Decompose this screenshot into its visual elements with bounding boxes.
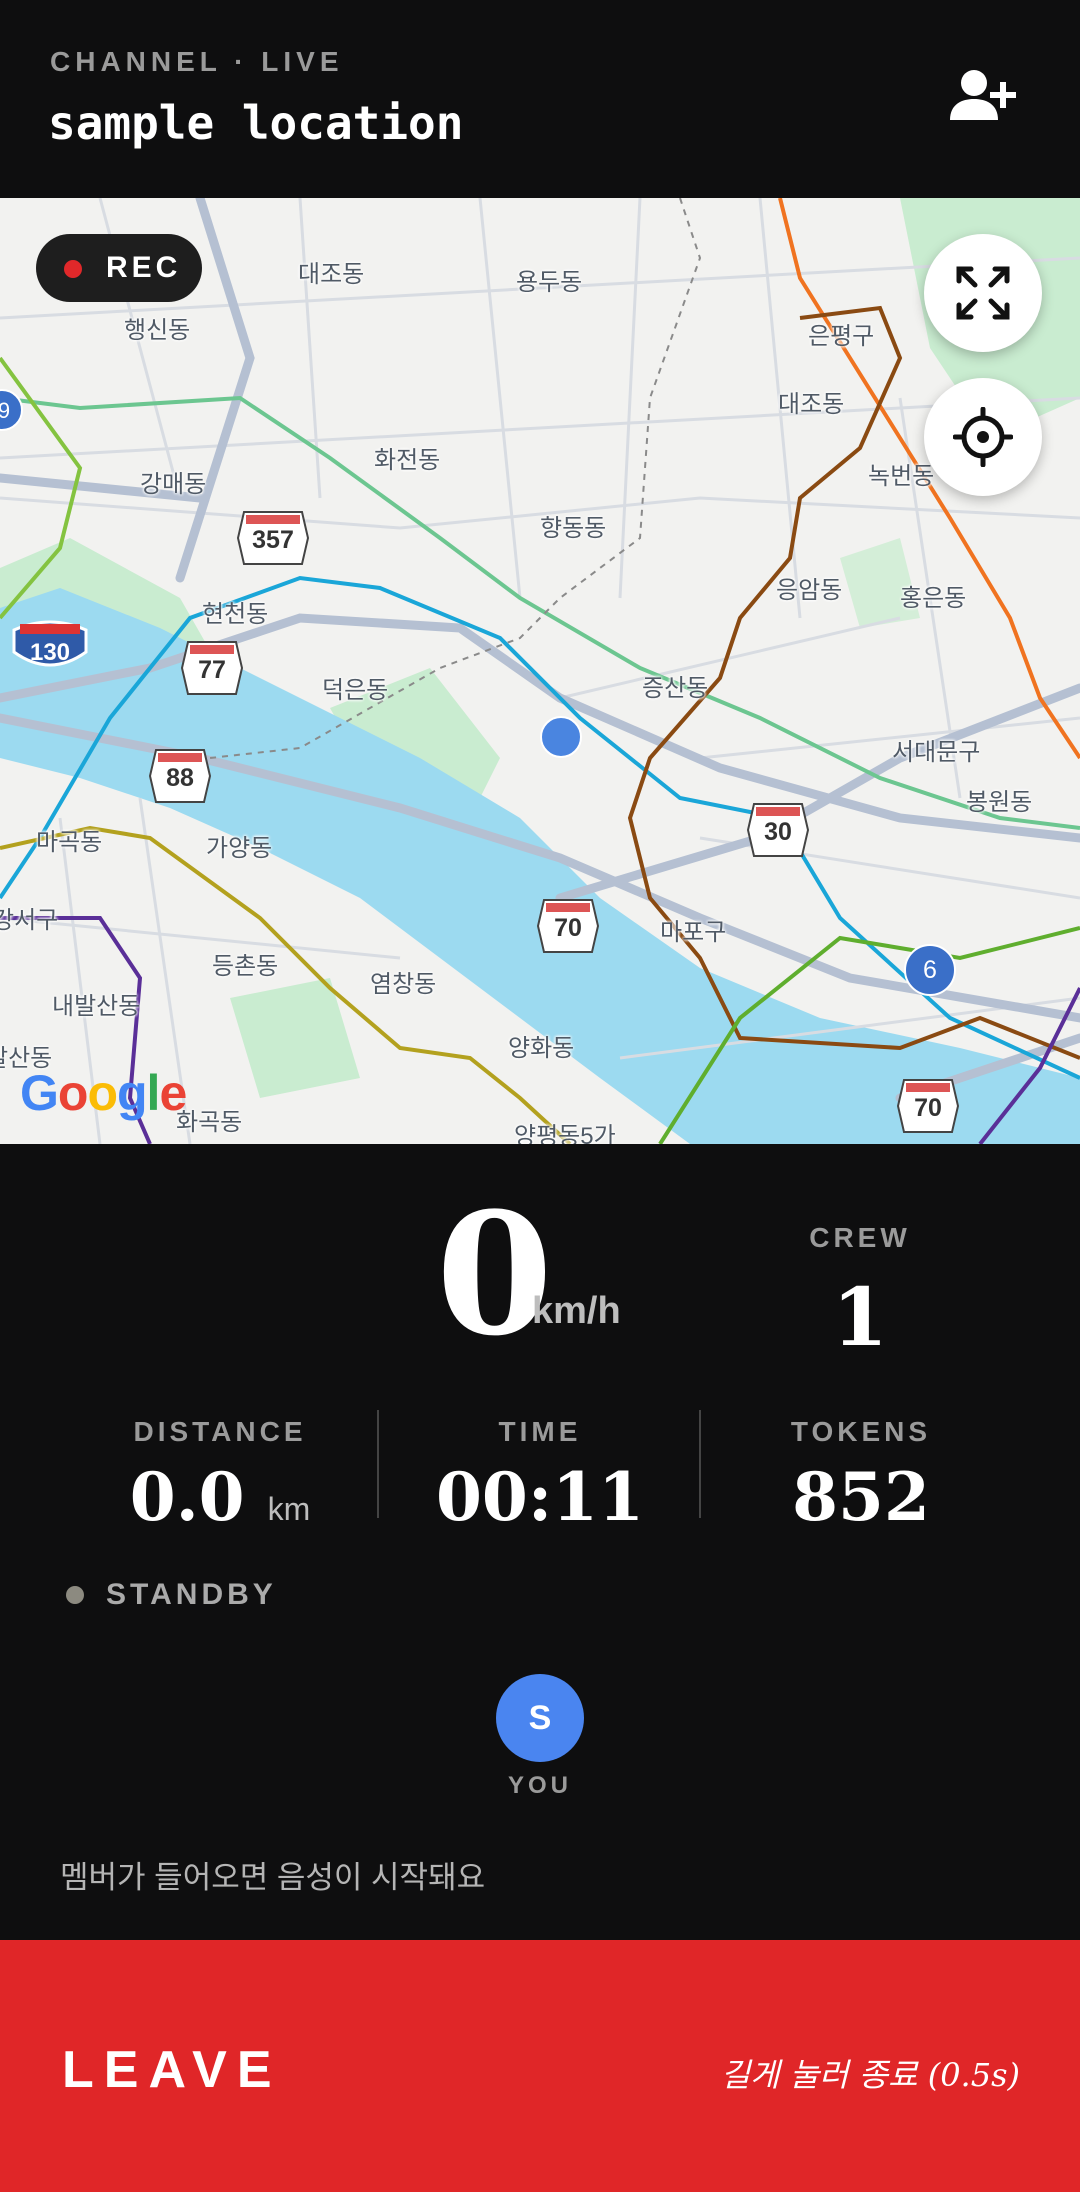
place-label: 화전동 [374,447,441,474]
channel-title: sample location [48,96,464,150]
fullscreen-icon [956,266,1010,320]
place-label: 마포구 [660,919,727,946]
stat-divider [699,1410,701,1518]
place-label: 현천동 [202,601,269,628]
time-label: TIME [498,1416,582,1447]
fullscreen-button[interactable] [924,234,1042,352]
tokens-label: TOKENS [790,1416,932,1447]
place-label: 양평동5가 [514,1123,616,1144]
current-location-marker [540,716,582,758]
recording-label: REC [106,251,182,284]
place-label: 녹번동 [868,463,935,490]
leave-hold-hint: 길게 눌러 종료 (0.5s) [720,2056,1020,2094]
place-label: 서대문구 [892,739,981,766]
locate-me-button[interactable] [924,378,1042,496]
place-label: 덕은동 [322,677,389,704]
place-label: 강매동 [140,471,207,498]
place-label: 마곡동 [36,829,103,856]
voice-hint-text: 멤버가 들어오면 음성이 시작돼요 [60,1860,486,1895]
channel-status-label: CHANNEL · LIVE [50,46,344,77]
place-label: 응암동 [776,577,843,604]
recording-dot-icon [64,260,82,278]
header: CHANNEL · LIVE sample location [0,0,1080,198]
place-label: 등촌동 [212,953,279,980]
place-label: 증산동 [642,675,709,702]
route-shield: 357 [236,510,310,566]
person-add-icon[interactable] [948,66,1020,126]
leave-label: LEAVE [62,2041,282,2099]
place-label: 대조동 [778,391,845,418]
route-shield: 70 [896,1078,960,1134]
place-label: 가양동 [206,835,273,862]
place-label: 은평구 [808,323,875,350]
place-label: 대조동 [298,261,365,288]
crew-label: CREW [809,1222,911,1253]
route-shield: 30 [746,802,810,858]
place-label: 양화동 [508,1035,575,1062]
avatar-label: YOU [507,1772,572,1799]
svg-text:130: 130 [30,639,70,666]
recording-badge: REC [36,234,202,302]
place-label: 강서구 [0,907,59,934]
place-label: 염창동 [370,971,437,998]
map-view[interactable]: 130 9 대조동 용두동 행신동 은평구 대조동 화전동 강매동 녹번동 향동… [0,198,1080,1144]
status-label: STANDBY [106,1578,277,1611]
place-label: 홍은동 [900,585,967,612]
time-value: 00:11 [435,1458,645,1536]
place-label: 용두동 [516,269,583,296]
stat-divider [377,1410,379,1518]
status-dot-icon [66,1586,84,1604]
leave-button[interactable]: LEAVE 길게 눌러 종료 (0.5s) [0,1940,1080,2192]
route-shield: 88 [148,748,212,804]
svg-text:9: 9 [0,398,10,423]
crew-count: 1 [832,1270,888,1364]
distance-stat: 0.0 km [70,1458,370,1536]
subway-line-badge: 6 [904,944,956,996]
place-label: 행신동 [124,317,191,344]
avatar[interactable]: S [496,1674,584,1762]
google-attribution: Google [20,1065,187,1121]
place-label: 내발산동 [52,993,141,1020]
route-shield: 70 [536,898,600,954]
speed-unit: km/h [532,1290,621,1332]
distance-value: 0.0 [129,1458,245,1536]
distance-label: DISTANCE [133,1416,307,1447]
distance-unit: km [267,1491,311,1527]
route-shield: 77 [180,640,244,696]
tokens-value: 852 [792,1458,930,1536]
crosshair-icon [953,407,1013,467]
place-label: 봉원동 [966,789,1033,816]
place-label: 향동동 [540,515,607,542]
